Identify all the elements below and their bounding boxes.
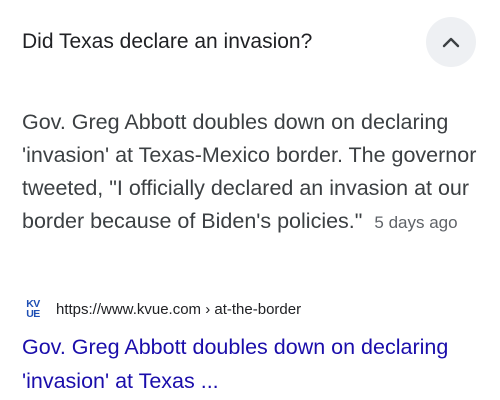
answer-snippet: Gov. Greg Abbott doubles down on declari…	[22, 106, 484, 239]
result-title-link[interactable]: Gov. Greg Abbott doubles down on declari…	[22, 330, 492, 398]
source-url[interactable]: https://www.kvue.com › at-the-border	[56, 301, 301, 318]
collapse-button[interactable]	[426, 17, 476, 67]
question-text: Did Texas declare an invasion?	[22, 30, 313, 53]
chevron-up-icon	[442, 37, 460, 48]
question-row[interactable]: Did Texas declare an invasion?	[0, 0, 500, 84]
kvue-logo-icon: KV UE	[22, 298, 44, 320]
favicon-bottom: UE	[26, 308, 40, 320]
snippet-date: 5 days ago	[374, 213, 458, 232]
source-row[interactable]: KV UE https://www.kvue.com › at-the-bord…	[22, 297, 301, 321]
